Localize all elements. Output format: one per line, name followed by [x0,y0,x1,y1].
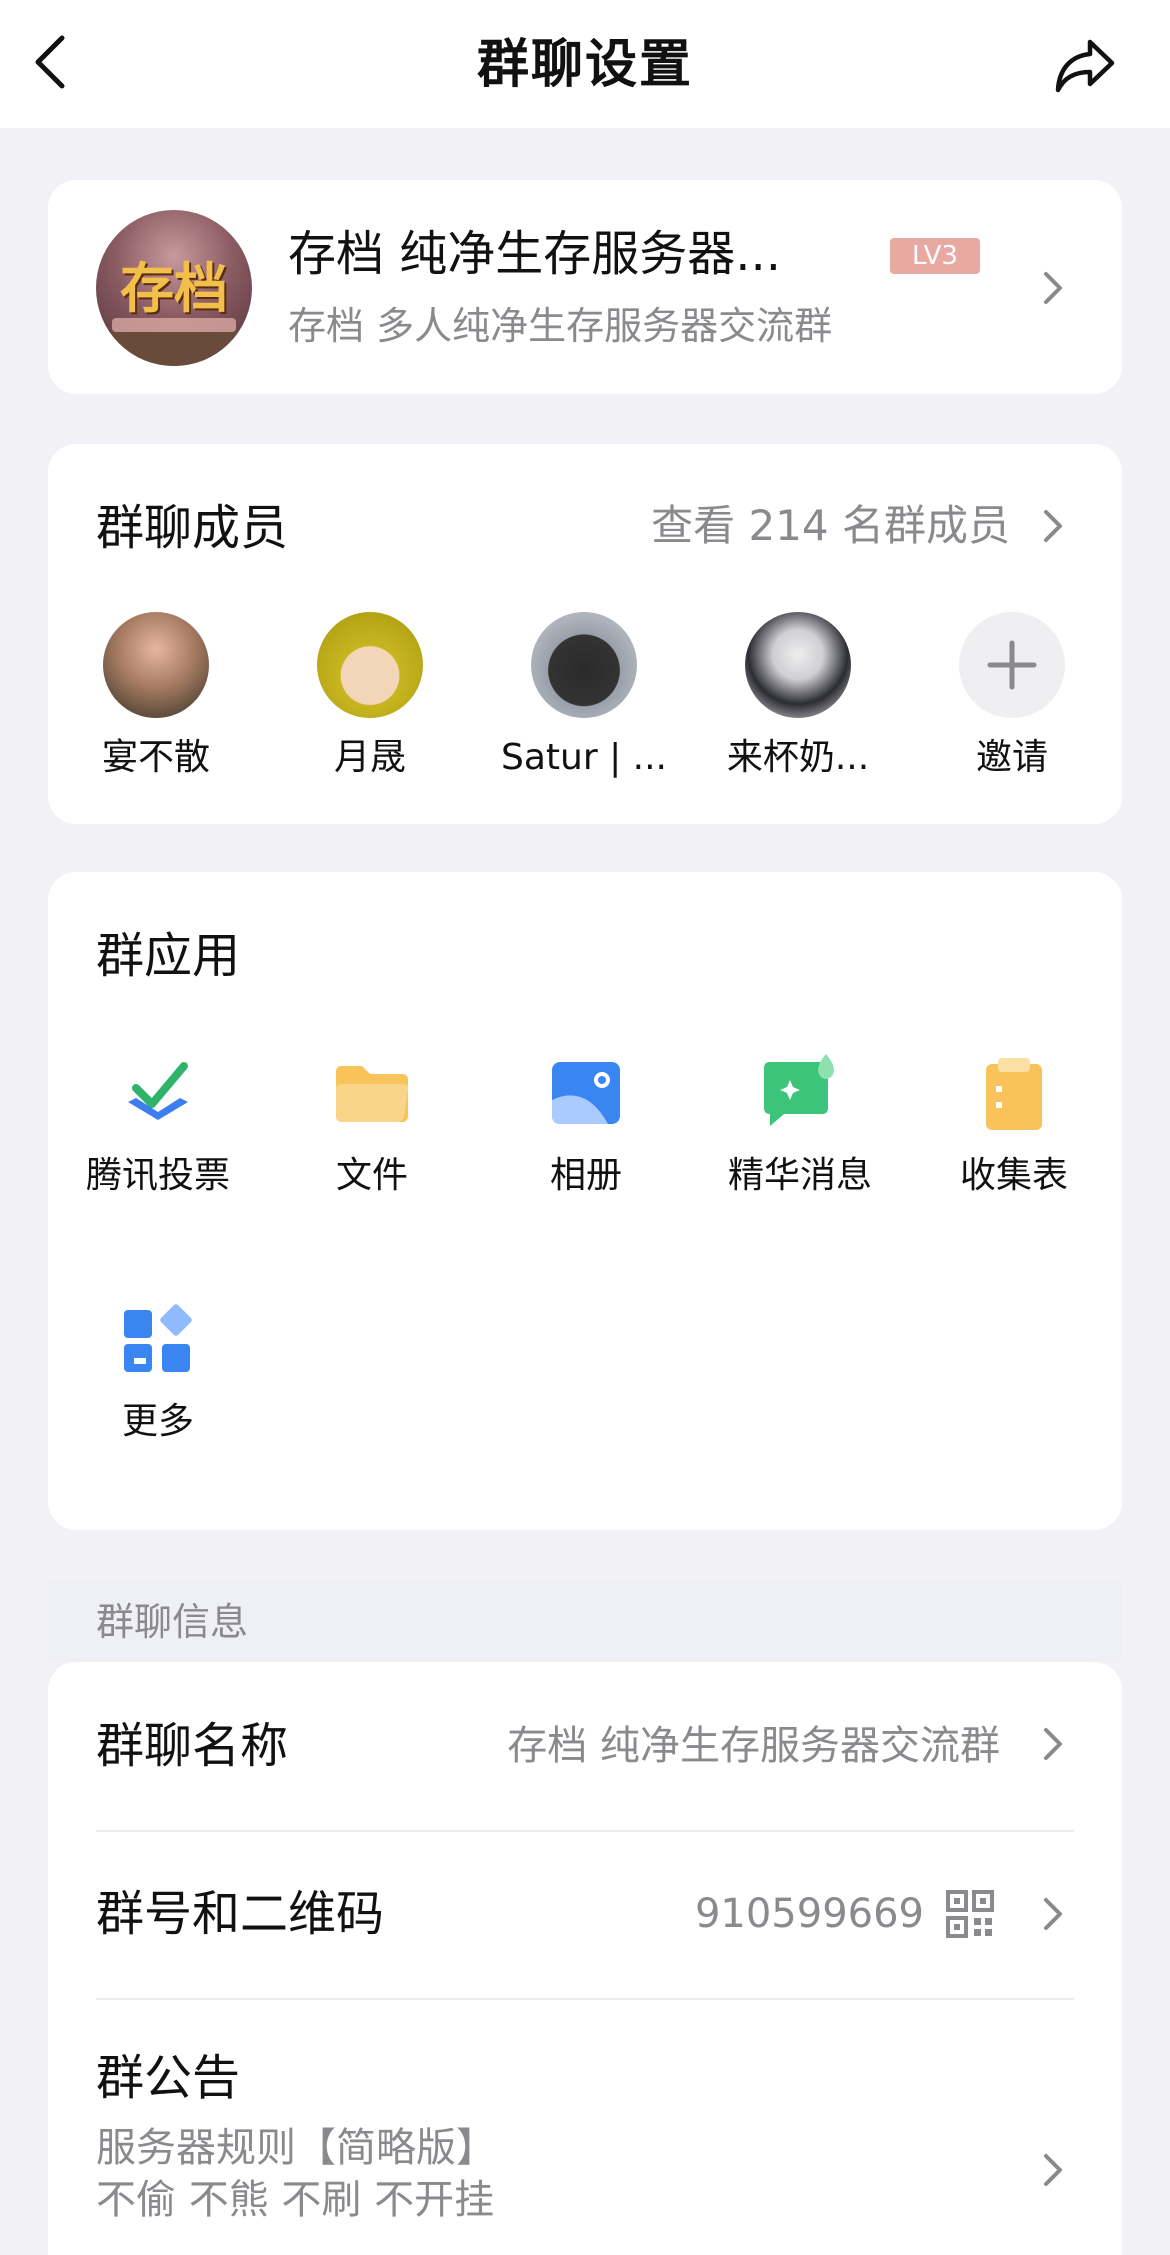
row-label: 群聊名称 [96,1718,289,1774]
view-all-members-link[interactable]: 查看 214 名群成员 [651,496,1010,556]
group-notice-row[interactable]: 群公告 服务器规则【简略版】 不偷 不熊 不刷 不开挂 [48,2000,1122,2255]
app-vote[interactable]: 腾讯投票 [58,1054,258,1200]
group-number-value: 910599669 [694,1891,924,1937]
app-album[interactable]: 相册 [486,1054,686,1200]
share-button[interactable] [1050,30,1120,100]
member-name: Satur | ... [501,737,667,778]
group-avatar[interactable]: 存档 [96,210,252,366]
chevron-right-icon [1038,1894,1068,1934]
group-avatar-text: 存档 [120,256,228,320]
app-label: 更多 [121,1401,194,1442]
group-number-row[interactable]: 群号和二维码 910599669 [48,1832,1122,1998]
avatar [103,612,209,718]
app-label: 精华消息 [727,1155,872,1196]
level-badge: LV3 [890,238,980,274]
app-label: 相册 [549,1155,622,1196]
member-item[interactable]: 宴不散 [66,612,246,782]
folder-icon [332,1054,412,1134]
app-label: 收集表 [959,1155,1068,1196]
member-item[interactable]: Satur | ... [494,612,674,782]
group-description: 存档 多人纯净生存服务器交流群 [288,304,833,348]
group-profile-card[interactable]: 存档 存档 纯净生存服务器... LV3 存档 多人纯净生存服务器交流群 [48,180,1122,394]
nav-bar: 群聊设置 [0,0,1170,128]
invite-member-button[interactable]: 邀请 [922,612,1102,782]
invite-label: 邀请 [975,737,1048,778]
section-header-label: 群聊信息 [96,1600,249,1644]
group-apps-card: 群应用 腾讯投票 文件 相册 精华消息 收集表 更多 [48,872,1122,1530]
row-label: 群公告 [96,2050,241,2106]
member-name: 来杯奶... [726,737,870,778]
member-name: 月晟 [333,737,406,778]
members-card: 群聊成员 查看 214 名群成员 宴不散 月晟 Satur | ... 来杯奶.… [48,444,1122,824]
share-icon [1055,39,1115,93]
member-name: 宴不散 [101,737,210,778]
app-label: 腾讯投票 [85,1155,230,1196]
chevron-right-icon [1038,268,1068,308]
group-avatar-caption [112,318,236,332]
chevron-right-icon [1038,1724,1068,1764]
app-collection-form[interactable]: 收集表 [914,1054,1114,1200]
essence-message-icon [760,1054,840,1134]
group-name-row[interactable]: 群聊名称 存档 纯净生存服务器交流群 [48,1662,1122,1830]
more-apps-icon [118,1300,198,1380]
page-title: 群聊设置 [476,35,693,95]
app-files[interactable]: 文件 [272,1054,472,1200]
qr-code-icon[interactable] [946,1890,994,1938]
album-icon [546,1054,626,1134]
apps-title: 群应用 [96,928,241,984]
section-header: 群聊信息 [48,1582,1122,1662]
members-title: 群聊成员 [96,500,289,556]
avatar [745,612,851,718]
row-label: 群号和二维码 [96,1886,385,1942]
notice-line-1: 服务器规则【简略版】 [96,2125,496,2171]
vote-icon [118,1054,198,1134]
avatar-ground [96,332,252,366]
avatar [317,612,423,718]
app-more[interactable]: 更多 [58,1300,258,1446]
notice-line-2: 不偷 不熊 不刷 不开挂 [96,2177,495,2223]
member-item[interactable]: 来杯奶... [708,612,888,782]
chevron-right-icon [1038,506,1068,546]
chevron-right-icon [1038,2150,1068,2190]
group-info-card: 群聊名称 存档 纯净生存服务器交流群 群号和二维码 910599669 群公告 … [48,1662,1122,2255]
plus-icon [959,612,1065,718]
group-name: 存档 纯净生存服务器... [288,226,782,282]
avatar [531,612,637,718]
app-essence-messages[interactable]: 精华消息 [700,1054,900,1200]
app-label: 文件 [335,1155,408,1196]
clipboard-icon [974,1054,1054,1134]
member-item[interactable]: 月晟 [280,612,460,782]
row-value: 存档 纯净生存服务器交流群 [507,1723,1000,1769]
